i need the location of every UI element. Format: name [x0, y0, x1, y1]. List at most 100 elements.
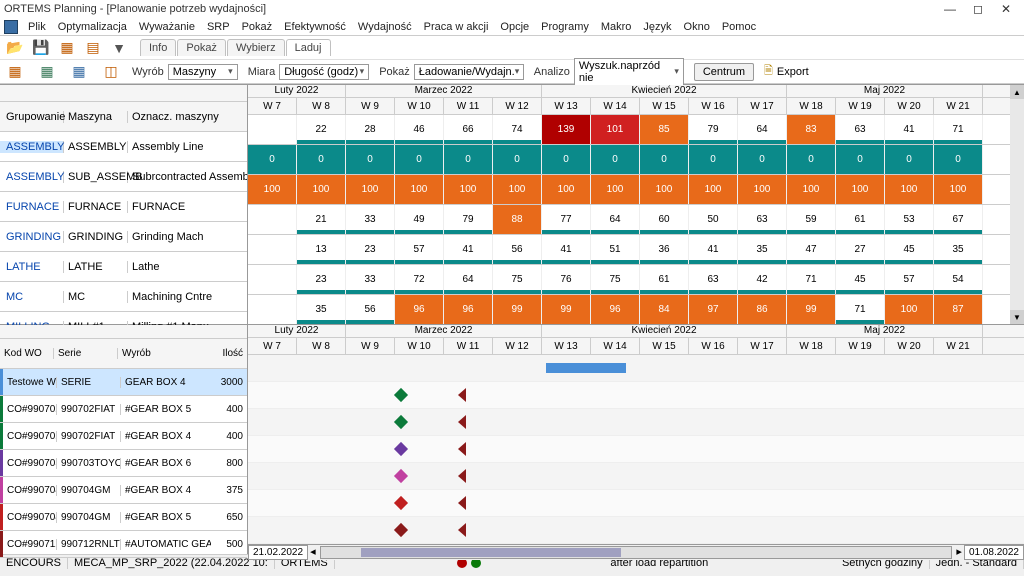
load-cell[interactable]: 56	[493, 235, 542, 264]
load-cell[interactable]: 49	[395, 205, 444, 234]
load-cell[interactable]: 41	[444, 235, 493, 264]
load-cell[interactable]: 46	[395, 115, 444, 144]
load-cell[interactable]: 75	[591, 265, 640, 294]
load-cell[interactable]: 63	[836, 115, 885, 144]
menu-srp[interactable]: SRP	[201, 21, 236, 33]
load-cell[interactable]: 35	[297, 295, 346, 324]
new-icon[interactable]: 📂	[4, 38, 26, 58]
load-cell[interactable]: 53	[885, 205, 934, 234]
load-cell[interactable]	[248, 265, 297, 294]
gantt-row[interactable]	[248, 490, 1024, 517]
load-cell[interactable]: 0	[591, 145, 640, 174]
machine-row[interactable]: MCMCMachining Cntre	[0, 282, 247, 312]
load-cell[interactable]: 21	[297, 205, 346, 234]
scroll-down-icon[interactable]: ▼	[1010, 310, 1024, 324]
week-header[interactable]: W 14	[591, 98, 640, 114]
menu-wywazanie[interactable]: Wyważanie	[133, 21, 201, 33]
load-cell[interactable]	[248, 235, 297, 264]
close-button[interactable]: ✕	[992, 2, 1020, 16]
week-header[interactable]: W 12	[493, 98, 542, 114]
load-cell[interactable]: 99	[542, 295, 591, 324]
machine-row[interactable]: ASSEMBLYASSEMBLYAssembly Line	[0, 132, 247, 162]
load-cell[interactable]: 41	[542, 235, 591, 264]
load-cell[interactable]: 41	[885, 115, 934, 144]
filter-icon[interactable]: ▼	[108, 38, 130, 58]
gantt-start-marker[interactable]	[394, 496, 408, 510]
gantt-week[interactable]: W 21	[934, 338, 983, 354]
load-cell[interactable]: 64	[444, 265, 493, 294]
load-cell[interactable]: 64	[591, 205, 640, 234]
load-cell[interactable]: 0	[738, 145, 787, 174]
load-cell[interactable]: 33	[346, 265, 395, 294]
load-cell[interactable]: 83	[787, 115, 836, 144]
wyrob-dropdown[interactable]: Maszyny▾	[168, 64, 238, 80]
load-cell[interactable]: 63	[689, 265, 738, 294]
week-header[interactable]: W 7	[248, 98, 297, 114]
menu-jezyk[interactable]: Język	[637, 21, 677, 33]
load-cell[interactable]: 0	[885, 145, 934, 174]
load-cell[interactable]: 72	[395, 265, 444, 294]
machine-row[interactable]: ASSEMBLYSUB_ASSEMBSubrcontracted Assembl…	[0, 162, 247, 192]
load-cell[interactable]: 0	[934, 145, 983, 174]
minimize-button[interactable]: —	[936, 2, 964, 16]
gantt-row[interactable]	[248, 517, 1024, 544]
gantt-week[interactable]: W 20	[885, 338, 934, 354]
load-cell[interactable]: 64	[738, 115, 787, 144]
menu-makro[interactable]: Makro	[595, 21, 638, 33]
load-cell[interactable]	[248, 115, 297, 144]
load-cell[interactable]: 0	[689, 145, 738, 174]
week-header[interactable]: W 10	[395, 98, 444, 114]
load-cell[interactable]: 75	[493, 265, 542, 294]
gantt-end-marker[interactable]	[458, 388, 466, 402]
load-cell[interactable]: 23	[346, 235, 395, 264]
load-cell[interactable]: 51	[591, 235, 640, 264]
load-cell[interactable]: 100	[836, 175, 885, 204]
wo-row[interactable]: CO#990704990704GM#GEAR BOX 4375	[0, 477, 247, 504]
load-cell[interactable]: 100	[640, 175, 689, 204]
menu-wydajnosc[interactable]: Wydajność	[352, 21, 418, 33]
wo-row[interactable]: CO#990702990702FIAT#GEAR BOX 5400	[0, 396, 247, 423]
list-icon[interactable]: ▦	[56, 38, 78, 58]
load-cell[interactable]: 23	[297, 265, 346, 294]
grid4-icon[interactable]: ◫	[100, 62, 122, 82]
week-header[interactable]: W 19	[836, 98, 885, 114]
tab-laduj[interactable]: Laduj	[286, 39, 331, 56]
menu-pomoc[interactable]: Pomoc	[716, 21, 762, 33]
load-cell[interactable]: 99	[787, 295, 836, 324]
gantt-bar[interactable]	[546, 363, 626, 373]
gantt-start-marker[interactable]	[394, 388, 408, 402]
gantt-end-marker[interactable]	[458, 523, 466, 537]
load-cell[interactable]: 100	[542, 175, 591, 204]
week-header[interactable]: W 13	[542, 98, 591, 114]
menu-pokaz[interactable]: Pokaż	[236, 21, 279, 33]
load-cell[interactable]: 86	[738, 295, 787, 324]
load-cell[interactable]: 0	[640, 145, 689, 174]
load-cell[interactable]: 50	[689, 205, 738, 234]
menu-opcje[interactable]: Opcje	[494, 21, 535, 33]
export-label[interactable]: Export	[777, 66, 809, 78]
vertical-scrollbar[interactable]: ▲ ▼	[1010, 85, 1024, 324]
load-cell[interactable]: 97	[689, 295, 738, 324]
load-cell[interactable]: 71	[787, 265, 836, 294]
gantt-week[interactable]: W 8	[297, 338, 346, 354]
load-cell[interactable]: 57	[395, 235, 444, 264]
col-serie[interactable]: Serie	[54, 348, 118, 359]
load-cell[interactable]: 56	[346, 295, 395, 324]
week-header[interactable]: W 9	[346, 98, 395, 114]
week-header[interactable]: W 17	[738, 98, 787, 114]
timeline-scrollbar[interactable]	[320, 546, 953, 559]
machine-row[interactable]: GRINDINGGRINDINGGrinding Mach	[0, 222, 247, 252]
load-cell[interactable]: 36	[640, 235, 689, 264]
export-icon[interactable]: 🗎	[764, 62, 773, 81]
load-cell[interactable]: 100	[885, 295, 934, 324]
load-cell[interactable]: 77	[542, 205, 591, 234]
gantt-end-marker[interactable]	[458, 469, 466, 483]
grid2-icon[interactable]: ▦	[36, 62, 58, 82]
load-cell[interactable]: 0	[395, 145, 444, 174]
load-cell[interactable]: 45	[885, 235, 934, 264]
machine-row[interactable]: LATHELATHELathe	[0, 252, 247, 282]
gantt-row[interactable]	[248, 355, 1024, 382]
gantt-week[interactable]: W 15	[640, 338, 689, 354]
load-cell[interactable]: 76	[542, 265, 591, 294]
load-cell[interactable]: 0	[248, 145, 297, 174]
